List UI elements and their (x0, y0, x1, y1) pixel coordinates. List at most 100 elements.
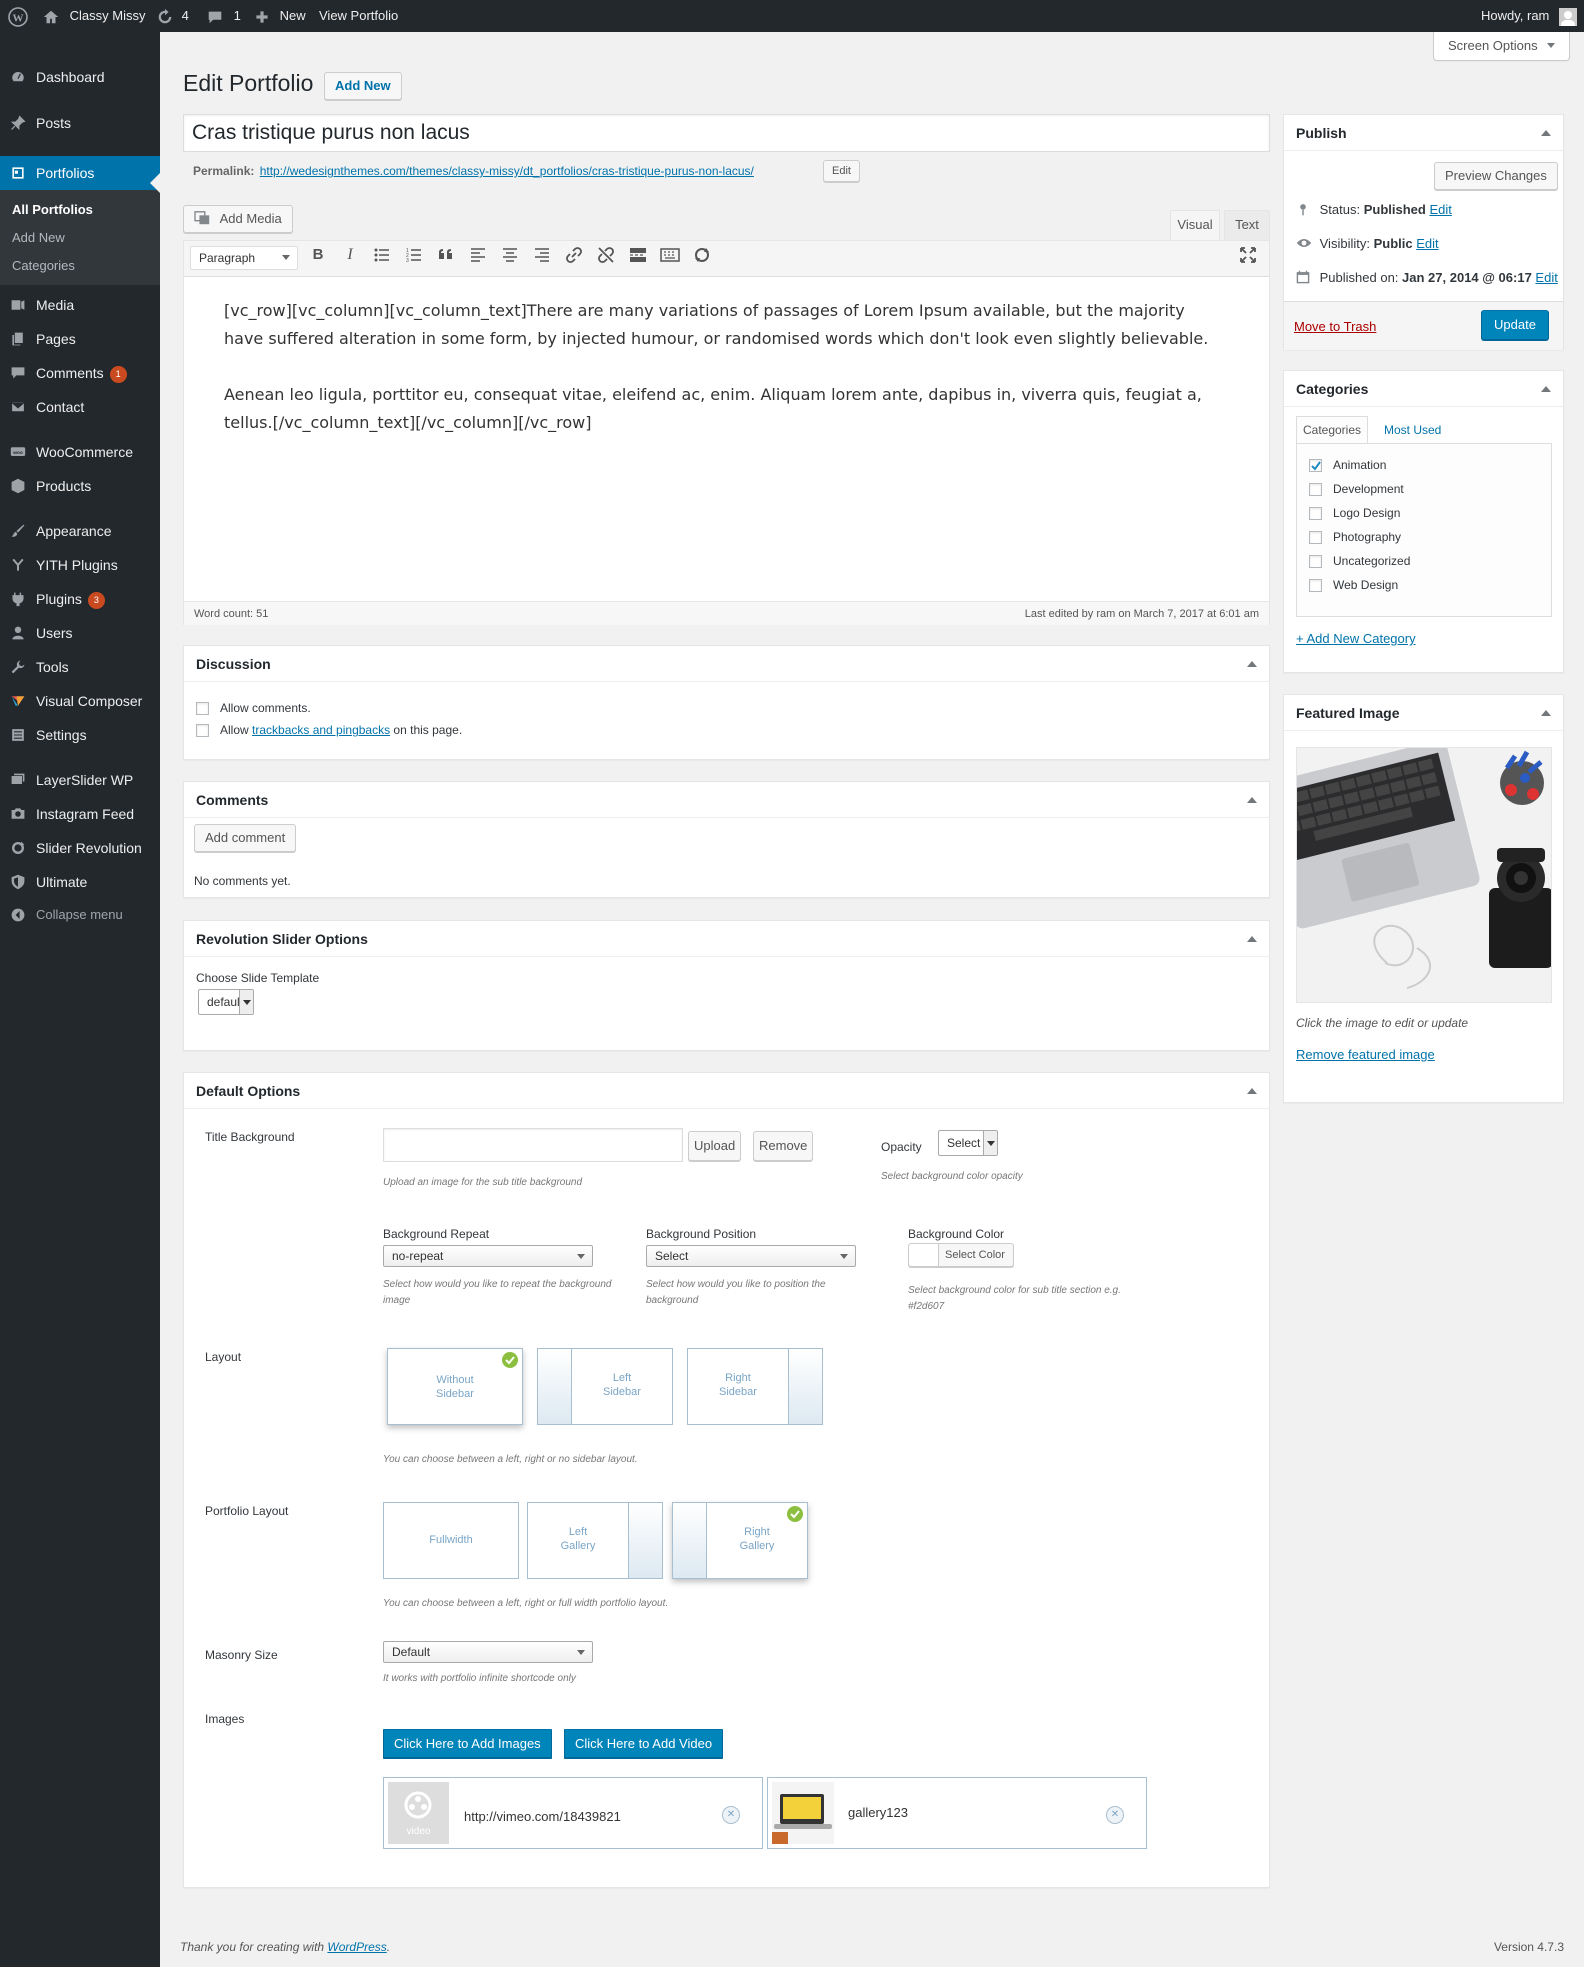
category-checkbox-animation[interactable] (1309, 459, 1322, 472)
collapse-arrow-icon[interactable] (1541, 710, 1551, 716)
remove-featured-image-link[interactable]: Remove featured image (1296, 1047, 1435, 1062)
menu-appearance[interactable]: Appearance (0, 514, 160, 548)
menu-portfolios[interactable]: Portfolios (0, 156, 160, 190)
menu-woocommerce[interactable]: woo WooCommerce (0, 435, 160, 469)
menu-pages[interactable]: Pages (0, 322, 160, 356)
menu-media[interactable]: Media (0, 288, 160, 322)
category-checkbox-uncategorized[interactable] (1309, 555, 1322, 568)
submenu-categories[interactable]: Categories (12, 256, 75, 276)
menu-slider-revolution[interactable]: Slider Revolution (0, 831, 160, 865)
fullscreen-icon[interactable] (1238, 245, 1258, 265)
update-button[interactable]: Update (1481, 310, 1549, 340)
collapse-arrow-icon[interactable] (1541, 386, 1551, 392)
add-comment-button[interactable]: Add comment (194, 824, 297, 852)
tab-text[interactable]: Text (1224, 210, 1270, 240)
post-title-input[interactable]: Cras tristique purus non lacus (183, 114, 1270, 152)
layout-without-sidebar[interactable]: Without Sidebar (387, 1348, 523, 1425)
submenu-all-portfolios[interactable]: All Portfolios (12, 200, 93, 220)
menu-plugins[interactable]: Plugins 3 (0, 582, 160, 616)
portfolio-layout-right-gallery[interactable]: Right Gallery (672, 1502, 808, 1579)
keyboard-icon[interactable] (660, 245, 680, 265)
comments-title[interactable]: Comments (184, 782, 1269, 818)
collapse-arrow-icon[interactable] (1247, 936, 1257, 942)
menu-ultimate[interactable]: Ultimate (0, 865, 160, 899)
view-portfolio-link[interactable]: View Portfolio (319, 0, 398, 32)
category-checkbox-logo-design[interactable] (1309, 507, 1322, 520)
collapse-arrow-icon[interactable] (1541, 130, 1551, 136)
align-right-icon[interactable] (532, 245, 552, 265)
remove-button[interactable]: Remove (753, 1131, 814, 1161)
align-center-icon[interactable] (500, 245, 520, 265)
site-home-link[interactable]: Classy Missy (42, 0, 145, 32)
bulleted-list-icon[interactable] (372, 245, 392, 265)
comments-link[interactable]: 1 (206, 0, 241, 32)
add-new-button[interactable]: Add New (324, 72, 402, 100)
move-to-trash-link[interactable]: Move to Trash (1294, 319, 1376, 334)
bg-repeat-select[interactable]: no-repeat (383, 1245, 593, 1267)
add-new-category-link[interactable]: + Add New Category (1296, 631, 1416, 646)
menu-users[interactable]: Users (0, 616, 160, 650)
discussion-title[interactable]: Discussion (184, 646, 1269, 682)
bg-color-picker[interactable]: Select Color (908, 1243, 1014, 1267)
align-left-icon[interactable] (468, 245, 488, 265)
numbered-list-icon[interactable]: 123 (404, 245, 424, 265)
screen-options-button[interactable]: Screen Options (1433, 32, 1571, 61)
masonry-size-select[interactable]: Default (383, 1641, 593, 1663)
menu-instagram-feed[interactable]: Instagram Feed (0, 797, 160, 831)
visibility-edit-link[interactable]: Edit (1416, 236, 1438, 251)
italic-icon[interactable]: I (340, 245, 360, 265)
menu-posts[interactable]: Posts (0, 106, 160, 140)
revslider-title[interactable]: Revolution Slider Options (184, 921, 1269, 957)
opacity-select[interactable]: Select (938, 1130, 998, 1156)
preview-changes-button[interactable]: Preview Changes (1434, 162, 1558, 190)
menu-comments[interactable]: Comments 1 (0, 356, 160, 390)
collapse-arrow-icon[interactable] (1247, 1088, 1257, 1094)
permalink-link[interactable]: http://wedesignthemes.com/themes/classy-… (260, 164, 754, 178)
title-background-input[interactable] (383, 1128, 683, 1162)
read-more-icon[interactable] (628, 245, 648, 265)
editor-content[interactable]: [vc_row][vc_column][vc_column_text]There… (184, 277, 1269, 602)
collapse-arrow-icon[interactable] (1247, 661, 1257, 667)
updates-link[interactable]: 4 (156, 0, 189, 32)
categories-tab-most-used[interactable]: Most Used (1384, 423, 1441, 437)
layout-right-sidebar[interactable]: Right Sidebar (687, 1348, 823, 1425)
slide-template-select[interactable]: default (198, 989, 254, 1015)
menu-tools[interactable]: Tools (0, 650, 160, 684)
unlink-icon[interactable] (596, 245, 616, 265)
add-video-button[interactable]: Click Here to Add Video (564, 1729, 724, 1758)
featured-image-title[interactable]: Featured Image (1284, 695, 1563, 731)
layout-left-sidebar[interactable]: Left Sidebar (537, 1348, 673, 1425)
gallery-item-image[interactable]: gallery123 ✕ (767, 1777, 1147, 1849)
default-options-title[interactable]: Default Options (184, 1073, 1269, 1109)
remove-x-icon[interactable]: ✕ (1106, 1806, 1124, 1824)
categories-title[interactable]: Categories (1284, 371, 1563, 407)
menu-yith-plugins[interactable]: YITH Plugins (0, 548, 160, 582)
upload-button[interactable]: Upload (688, 1131, 742, 1161)
portfolio-layout-fullwidth[interactable]: Fullwidth (383, 1502, 519, 1579)
featured-image-thumbnail[interactable] (1296, 747, 1552, 1003)
link-icon[interactable] (564, 245, 584, 265)
my-account-link[interactable]: Howdy, ram (1481, 0, 1578, 32)
blockquote-icon[interactable] (436, 245, 456, 265)
menu-dashboard[interactable]: Dashboard (0, 60, 160, 94)
tab-visual[interactable]: Visual (1170, 210, 1220, 240)
menu-visual-composer[interactable]: Visual Composer (0, 684, 160, 718)
new-content-link[interactable]: New (254, 0, 306, 32)
category-checkbox-photography[interactable] (1309, 531, 1322, 544)
status-edit-link[interactable]: Edit (1429, 202, 1451, 217)
collapse-menu-button[interactable]: Collapse menu (0, 898, 160, 932)
publish-title[interactable]: Publish (1284, 115, 1563, 151)
published-edit-link[interactable]: Edit (1535, 270, 1557, 285)
allow-trackbacks-checkbox[interactable] (196, 724, 209, 737)
menu-settings[interactable]: Settings (0, 718, 160, 752)
gallery-item-video[interactable]: video http://vimeo.com/18439821 ✕ (383, 1777, 763, 1849)
menu-contact[interactable]: Contact (0, 390, 160, 424)
submenu-add-new[interactable]: Add New (12, 228, 65, 248)
allow-comments-checkbox[interactable] (196, 702, 209, 715)
format-select[interactable]: Paragraph (190, 246, 298, 270)
add-images-button[interactable]: Click Here to Add Images (383, 1729, 552, 1758)
categories-tab-all[interactable]: Categories (1296, 416, 1368, 444)
category-checkbox-web-design[interactable] (1309, 579, 1322, 592)
category-checkbox-development[interactable] (1309, 483, 1322, 496)
bold-icon[interactable]: B (308, 245, 328, 265)
